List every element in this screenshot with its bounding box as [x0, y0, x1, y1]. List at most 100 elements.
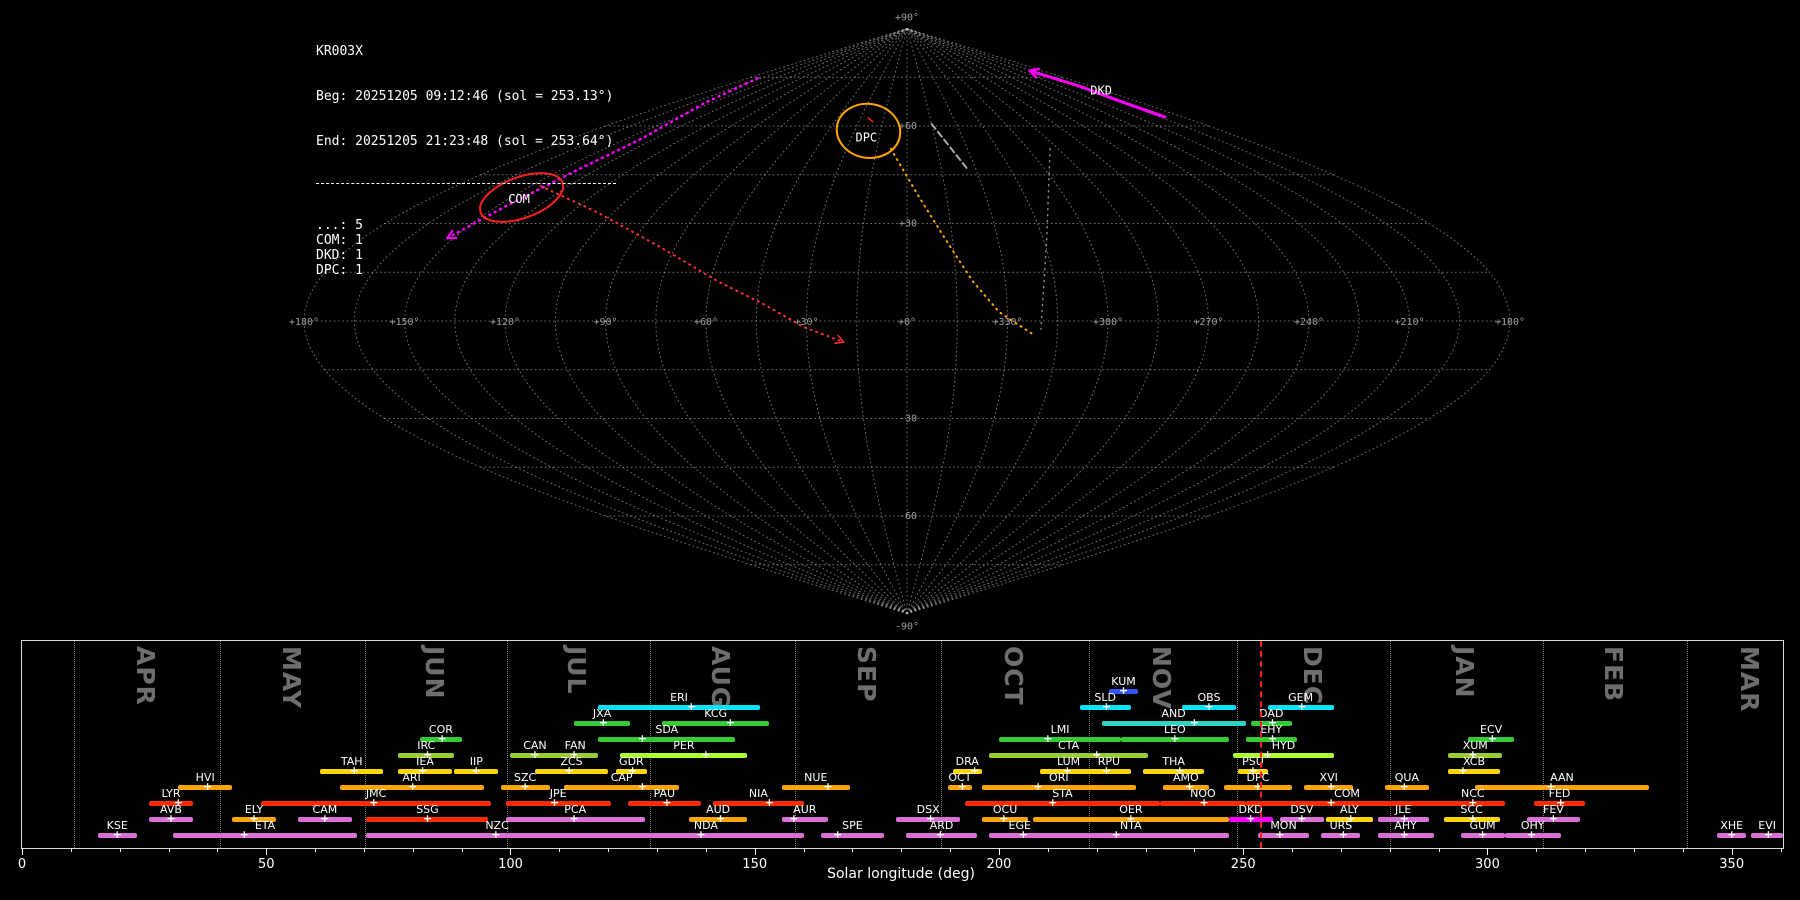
equator-label: +150° [389, 317, 419, 328]
shower-label-hyd: HYD [1271, 739, 1296, 752]
shower-peak-aur: + [789, 812, 799, 825]
shower-peak-ari: + [408, 780, 418, 793]
equator-label: +60° [694, 317, 718, 328]
x-tick [1194, 848, 1196, 852]
x-axis-title: Solar longitude (deg) [827, 866, 975, 882]
equator-label: +120° [490, 317, 520, 328]
x-tick [559, 848, 561, 852]
x-tick [1243, 848, 1245, 855]
shower-bar-nue [781, 785, 850, 790]
track-gray-faint [1040, 148, 1051, 330]
x-tick [119, 848, 121, 852]
x-tick [1096, 848, 1098, 852]
x-tick [852, 848, 854, 852]
month-label-jun: JUN [419, 646, 449, 700]
shower-peak-eri: + [686, 700, 696, 713]
shower-peak-kcg: + [725, 716, 735, 729]
x-tick [315, 848, 317, 852]
shower-peak-szc: + [520, 780, 530, 793]
shower-peak-pca: + [569, 812, 579, 825]
grid-meridian [906, 28, 1461, 614]
track-dpc-red-mark [867, 117, 877, 126]
x-tick [1780, 848, 1782, 852]
activity-timeline: APR MAY JUN JUL AUG SEP OCT NOV DEC JAN FEB MAR KUM +… [18, 640, 1784, 872]
x-tick [266, 848, 268, 855]
x-tick [412, 848, 414, 852]
x-tick [1536, 848, 1538, 852]
x-tick [608, 848, 610, 852]
station-id: KR003X [316, 44, 363, 59]
x-tick-label: 200 [986, 857, 1012, 872]
x-tick [998, 848, 1000, 855]
shower-label-sda: SDA [655, 723, 679, 736]
x-tick [217, 848, 219, 852]
shower-peak-spe: + [833, 828, 843, 841]
shower-peak-ege: + [1018, 828, 1028, 841]
shower-peak-per: + [701, 748, 711, 761]
count-row: DKD: 1 [316, 248, 363, 263]
month-label-mar: MAR [1735, 646, 1765, 713]
shower-peak-com: + [1326, 796, 1336, 809]
shower-peak-ssg: + [422, 812, 433, 825]
x-tick [22, 848, 23, 855]
month-label-jul: JUL [562, 646, 592, 695]
track-arrow-com-drift [834, 341, 845, 345]
separator-line [316, 183, 616, 184]
x-tick [1682, 848, 1684, 852]
shower-label-cap: CAP [610, 771, 633, 784]
x-tick-label: 0 [17, 857, 27, 872]
shower-peak-mon: + [1275, 828, 1285, 841]
shower-peak-cor: + [437, 732, 447, 745]
count-row: DPC: 1 [316, 263, 363, 278]
shower-peak-dkd: + [1245, 812, 1256, 825]
shower-peak-kum: + [1118, 684, 1129, 697]
shower-label-lmi: LMI [1050, 723, 1070, 736]
shower-peak-hyd: + [1263, 748, 1273, 761]
radiant-sky-map: +180° +150° +120° +90° +60° +30° +0° +330° +300°… [289, 13, 1525, 633]
shower-counts: ...: 5 COM: 1 DKD: 1 DPC: 1 [316, 218, 616, 278]
shower-peak-obs: + [1204, 700, 1214, 713]
shower-peak-gem: + [1297, 700, 1307, 713]
equator-label: +240° [1294, 317, 1324, 328]
shower-peak-jmc: + [369, 796, 379, 809]
shower-peak-sld: + [1101, 700, 1112, 713]
shower-peak-iip: + [471, 764, 481, 777]
x-tick [1634, 848, 1635, 852]
shower-peak-ohy: + [1526, 828, 1537, 841]
shower-peak-hvi: + [203, 780, 213, 793]
x-tick [510, 848, 512, 855]
shower-peak-avb: + [166, 812, 176, 825]
shower-peak-pau: + [662, 796, 672, 809]
shower-peak-dsv: + [1297, 812, 1307, 825]
equator-label: +270° [1193, 317, 1223, 328]
shower-peak-nda: + [696, 828, 706, 841]
x-tick [1389, 848, 1391, 852]
shower-label-eri: ERI [670, 691, 688, 704]
month-boundary-apr [73, 641, 75, 848]
current-sol-line [1259, 641, 1262, 848]
shower-label-eta: ETA [254, 819, 276, 832]
shower-peak-ard: + [935, 828, 945, 841]
shower-peak-ahy: + [1399, 828, 1410, 841]
latitude-label: -60 [899, 511, 917, 522]
shower-label-ori: ORI [1049, 771, 1069, 784]
x-tick [1145, 848, 1147, 852]
x-tick [363, 848, 365, 852]
month-label-aug: AUG [706, 646, 736, 709]
shower-peak-ocu: + [999, 812, 1009, 825]
shower-label-per: PER [673, 739, 695, 752]
shower-peak-tah: + [349, 764, 359, 777]
shower-peak-can: + [530, 748, 540, 761]
equator-label: +180° [1495, 317, 1525, 328]
x-tick [1487, 848, 1489, 855]
shower-peak-urs: + [1338, 828, 1348, 841]
shower-peak-rpu: + [1101, 764, 1112, 777]
month-label-apr: APR [130, 646, 160, 706]
x-tick [70, 848, 72, 852]
shower-peak-nue: + [823, 780, 833, 793]
equator-label: +300° [1093, 317, 1123, 328]
shower-peak-xcb: + [1458, 764, 1468, 777]
count-row: COM: 1 [316, 233, 363, 248]
begin-time-line: Beg: 20251205 09:12:46 (sol = 253.13°) [316, 89, 614, 104]
shower-peak-cam: + [320, 812, 330, 825]
